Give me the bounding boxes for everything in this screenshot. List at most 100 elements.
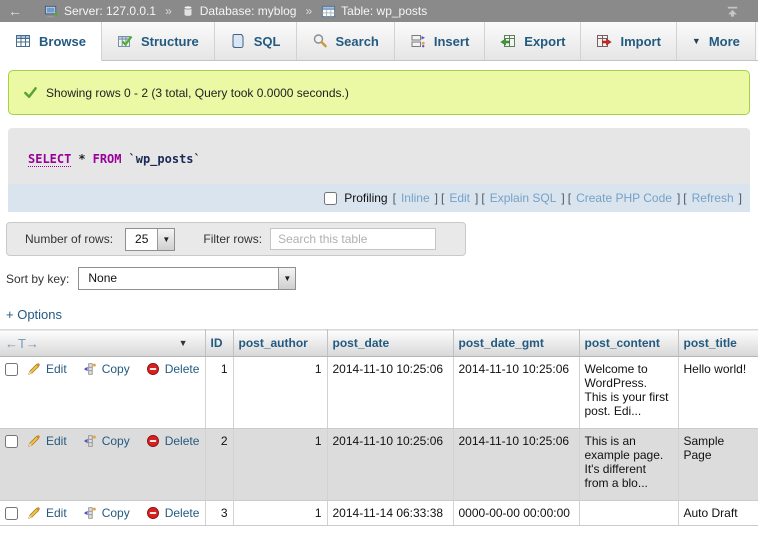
tab-export[interactable]: Export [485,22,581,60]
row-actions-cell: Edit Copy Delete [0,357,205,429]
table-row: Edit Copy Delete 3 1 2014-11-14 06:33:38… [0,501,758,526]
pencil-icon [27,506,41,520]
rows-count-value: 25 [126,229,157,250]
dropdown-arrow-icon: ▼ [157,229,174,250]
copy-link[interactable]: Copy [102,506,130,520]
cell-post-title: Hello world! [678,357,758,429]
bracket: [ [568,191,571,205]
table-header-row: ←T→ ▼ ID post_author post_date post_date… [0,330,758,357]
row-checkbox[interactable] [5,507,18,520]
delete-link[interactable]: Delete [165,506,200,520]
copy-link[interactable]: Copy [102,434,130,448]
bracket: ] [475,191,478,205]
cell-post-date: 2014-11-10 10:25:06 [327,429,453,501]
server-icon [44,4,59,19]
edit-link[interactable]: Edit [46,362,67,376]
cell-post-author: 1 [233,429,327,501]
tab-label: More [709,34,740,49]
cell-id: 2 [205,429,233,501]
delete-icon [146,506,160,520]
cell-post-author: 1 [233,501,327,526]
chevron-down-icon: ▼ [692,36,701,46]
tab-label: SQL [254,34,281,49]
breadcrumb-database-link[interactable]: Database: myblog [200,4,297,18]
tab-more[interactable]: ▼ More [677,22,756,60]
tab-structure[interactable]: Structure [102,22,215,60]
row-actions-cell: Edit Copy Delete [0,429,205,501]
edit-query-link[interactable]: Edit [449,191,470,205]
sql-table-identifier: `wp_posts` [129,152,201,166]
bracket: [ [683,191,686,205]
row-checkbox[interactable] [5,435,18,448]
bracket: ] [677,191,680,205]
bracket: ] [739,191,742,205]
inline-link[interactable]: Inline [401,191,430,205]
row-actions-cell: Edit Copy Delete [0,501,205,526]
back-arrow-icon[interactable]: ← [8,3,22,19]
bracket: ] [561,191,564,205]
tab-label: Structure [141,34,199,49]
explain-sql-link[interactable]: Explain SQL [490,191,557,205]
import-icon [596,33,612,49]
column-reorder-icon[interactable]: ←T→ [5,336,39,351]
breadcrumb-server-link[interactable]: Server: 127.0.0.1 [64,4,156,18]
column-header-post-date[interactable]: post_date [327,330,453,357]
cell-post-title: Auto Draft [678,501,758,526]
row-checkbox[interactable] [5,363,18,376]
tab-search[interactable]: Search [297,22,395,60]
sort-key-value: None [79,268,278,289]
tab-sql[interactable]: SQL [215,22,297,60]
edit-link[interactable]: Edit [46,506,67,520]
sql-query-text: SELECT*FROM`wp_posts` [8,128,750,184]
phpmyadmin-window: ← Server: 127.0.0.1 » Database: myblog »… [0,0,758,542]
column-header-post-date-gmt[interactable]: post_date_gmt [453,330,579,357]
tab-browse[interactable]: Browse [0,22,102,61]
delete-link[interactable]: Delete [165,434,200,448]
success-message-text: Showing rows 0 - 2 (3 total, Query took … [46,86,349,100]
column-header-post-content[interactable]: post_content [579,330,678,357]
breadcrumb-separator: » [305,4,312,18]
browse-icon [15,33,31,49]
cell-post-title: Sample Page [678,429,758,501]
sort-key-select[interactable]: None ▼ [78,267,296,290]
copy-icon [83,506,97,520]
profiling-checkbox[interactable] [324,192,337,205]
rows-filter-bar: Number of rows: 25 ▼ Filter rows: [6,222,466,256]
success-message: Showing rows 0 - 2 (3 total, Query took … [8,70,750,115]
filter-rows-label: Filter rows: [203,232,262,246]
delete-link[interactable]: Delete [165,362,200,376]
copy-icon [83,434,97,448]
column-header-id[interactable]: ID [205,330,233,357]
table-icon [321,4,336,19]
sql-keyword-select[interactable]: SELECT [28,152,71,167]
options-toggle-link[interactable]: + Options [6,307,62,322]
sort-arrow-icon[interactable]: ▼ [179,338,188,348]
insert-icon [410,33,426,49]
options-row: + Options [6,307,758,322]
copy-link[interactable]: Copy [102,362,130,376]
cell-post-date: 2014-11-10 10:25:06 [327,357,453,429]
breadcrumb: Server: 127.0.0.1 » Database: myblog » T… [44,4,427,19]
tab-label: Export [524,34,565,49]
search-input[interactable] [270,228,436,250]
tab-import[interactable]: Import [581,22,676,60]
rows-count-select[interactable]: 25 ▼ [125,228,175,251]
create-php-code-link[interactable]: Create PHP Code [576,191,672,205]
tab-label: Search [336,34,379,49]
column-header-post-title[interactable]: post_title [678,330,758,357]
scroll-to-top-icon[interactable] [725,4,740,19]
table-row: Edit Copy Delete 1 1 2014-11-10 10:25:06… [0,357,758,429]
column-header-post-author[interactable]: post_author [233,330,327,357]
breadcrumb-bar: ← Server: 127.0.0.1 » Database: myblog »… [0,0,758,22]
tab-bar: Browse Structure SQL Search Insert Expor… [0,22,758,61]
edit-link[interactable]: Edit [46,434,67,448]
refresh-link[interactable]: Refresh [692,191,734,205]
profiling-label: Profiling [344,191,387,205]
tab-insert[interactable]: Insert [395,22,485,60]
search-icon [312,33,328,49]
breadcrumb-separator: » [165,4,172,18]
copy-icon [83,362,97,376]
breadcrumb-table-link[interactable]: Table: wp_posts [341,4,427,18]
cell-id: 1 [205,357,233,429]
tab-label: Browse [39,34,86,49]
